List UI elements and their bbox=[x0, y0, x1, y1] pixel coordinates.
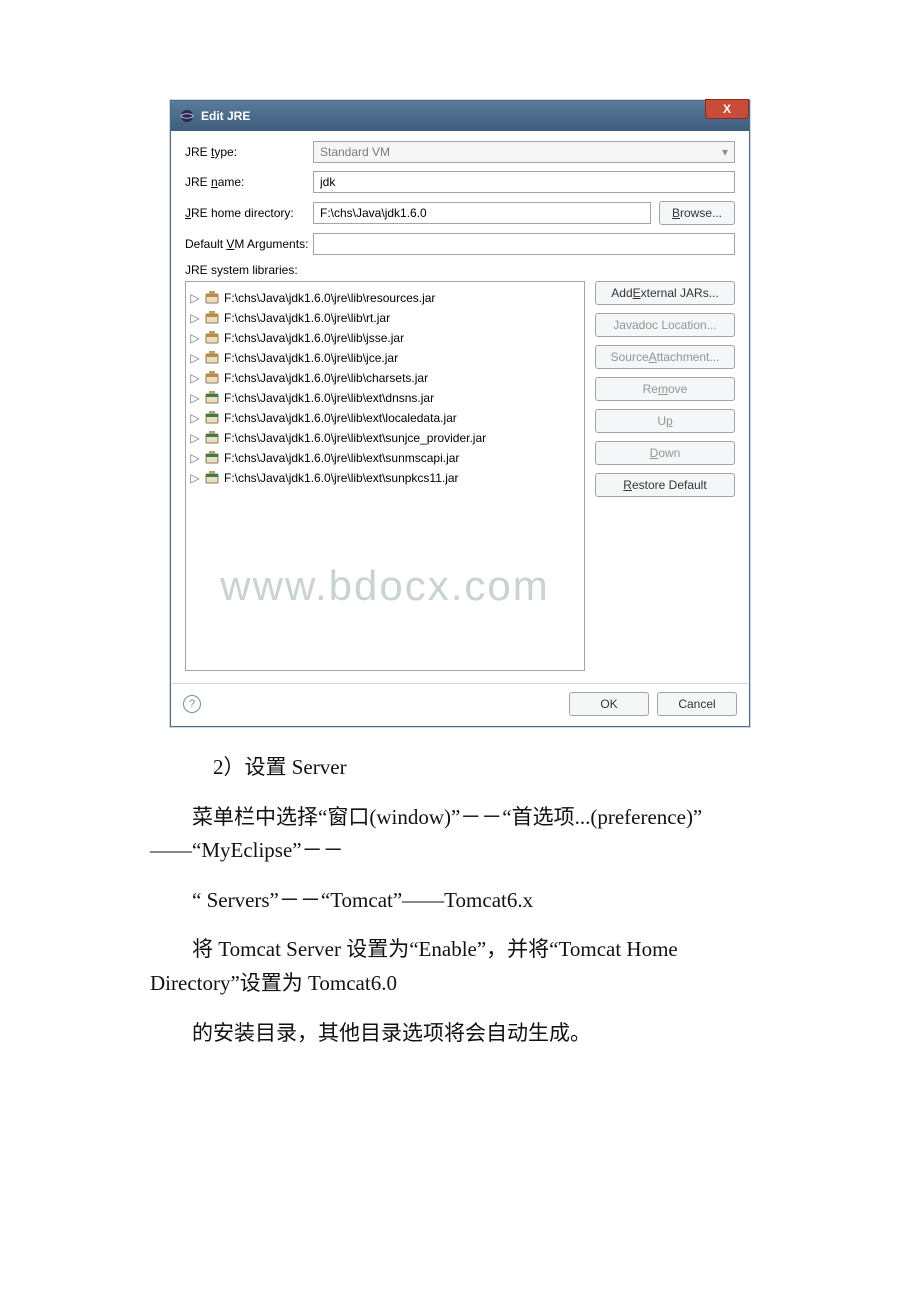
tree-item[interactable]: ▷ F:\chs\Java\jdk1.6.0\jre\lib\ext\sunpkc… bbox=[190, 468, 580, 488]
jar-icon bbox=[204, 410, 220, 426]
jre-type-value: Standard VM bbox=[320, 145, 390, 159]
titlebar[interactable]: Edit JRE X bbox=[171, 101, 749, 131]
jre-home-input[interactable] bbox=[313, 202, 651, 224]
cancel-button[interactable]: Cancel bbox=[657, 692, 737, 716]
tree-item-path: F:\chs\Java\jdk1.6.0\jre\lib\charsets.ja… bbox=[224, 371, 428, 385]
jre-name-input[interactable] bbox=[313, 171, 735, 193]
eclipse-icon bbox=[179, 108, 195, 124]
chevron-right-icon: ▷ bbox=[190, 451, 200, 465]
tree-item-path: F:\chs\Java\jdk1.6.0\jre\lib\ext\sunmsca… bbox=[224, 451, 459, 465]
watermark-text: www.bdocx.com bbox=[186, 562, 584, 610]
tree-item-path: F:\chs\Java\jdk1.6.0\jre\lib\ext\dnsns.j… bbox=[224, 391, 434, 405]
jar-icon bbox=[204, 350, 220, 366]
down-button: Down bbox=[595, 441, 735, 465]
vm-args-label: Default VM Arguments: bbox=[185, 237, 313, 251]
tree-item[interactable]: ▷ F:\chs\Java\jdk1.6.0\jre\lib\resources.… bbox=[190, 288, 580, 308]
jar-icon bbox=[204, 370, 220, 386]
dialog-footer: ? OK Cancel bbox=[171, 683, 749, 726]
tree-item-path: F:\chs\Java\jdk1.6.0\jre\lib\resources.j… bbox=[224, 291, 435, 305]
chevron-right-icon: ▷ bbox=[190, 411, 200, 425]
tree-item-path: F:\chs\Java\jdk1.6.0\jre\lib\ext\localed… bbox=[224, 411, 457, 425]
close-icon: X bbox=[723, 102, 731, 116]
restore-default-button[interactable]: Restore Default bbox=[595, 473, 735, 497]
tree-item[interactable]: ▷ F:\chs\Java\jdk1.6.0\jre\lib\ext\sunmsc… bbox=[190, 448, 580, 468]
help-icon[interactable]: ? bbox=[183, 695, 201, 713]
browse-button[interactable]: Browse... bbox=[659, 201, 735, 225]
chevron-right-icon: ▷ bbox=[190, 431, 200, 445]
dialog-content: JRE type: Standard VM ▾ JRE name: JRE ho… bbox=[171, 131, 749, 683]
chevron-right-icon: ▷ bbox=[190, 371, 200, 385]
jre-type-dropdown: Standard VM ▾ bbox=[313, 141, 735, 163]
doc-p2: 菜单栏中选择“窗口(window)”－－“首选项...(preference)”… bbox=[150, 801, 770, 868]
chevron-right-icon: ▷ bbox=[190, 471, 200, 485]
vm-args-input[interactable] bbox=[313, 233, 735, 255]
chevron-right-icon: ▷ bbox=[190, 311, 200, 325]
jre-name-label: JRE name: bbox=[185, 175, 313, 189]
edit-jre-dialog: Edit JRE X JRE type: Standard VM ▾ JRE n… bbox=[170, 100, 750, 727]
jre-type-label: JRE type: bbox=[185, 145, 313, 159]
tree-item-path: F:\chs\Java\jdk1.6.0\jre\lib\rt.jar bbox=[224, 311, 390, 325]
chevron-right-icon: ▷ bbox=[190, 351, 200, 365]
document-body: 2）设置 Server 菜单栏中选择“窗口(window)”－－“首选项...(… bbox=[150, 751, 770, 1050]
ok-button[interactable]: OK bbox=[569, 692, 649, 716]
tree-item-path: F:\chs\Java\jdk1.6.0\jre\lib\jsse.jar bbox=[224, 331, 404, 345]
chevron-right-icon: ▷ bbox=[190, 331, 200, 345]
tree-item[interactable]: ▷ F:\chs\Java\jdk1.6.0\jre\lib\charsets.j… bbox=[190, 368, 580, 388]
source-attachment-button: Source Attachment... bbox=[595, 345, 735, 369]
close-button[interactable]: X bbox=[705, 99, 749, 119]
doc-p1: 2）设置 Server bbox=[150, 751, 770, 785]
jar-icon bbox=[204, 430, 220, 446]
jar-icon bbox=[204, 330, 220, 346]
jar-icon bbox=[204, 390, 220, 406]
chevron-right-icon: ▷ bbox=[190, 391, 200, 405]
doc-p4: 将 Tomcat Server 设置为“Enable”，并将“Tomcat Ho… bbox=[150, 933, 770, 1000]
chevron-down-icon: ▾ bbox=[722, 145, 728, 159]
tree-item[interactable]: ▷ F:\chs\Java\jdk1.6.0\jre\lib\ext\dnsns.… bbox=[190, 388, 580, 408]
tree-item-path: F:\chs\Java\jdk1.6.0\jre\lib\ext\sunpkcs… bbox=[224, 471, 459, 485]
chevron-right-icon: ▷ bbox=[190, 291, 200, 305]
tree-item-path: F:\chs\Java\jdk1.6.0\jre\lib\jce.jar bbox=[224, 351, 398, 365]
doc-p3: “ Servers”－－“Tomcat”——Tomcat6.x bbox=[150, 884, 770, 918]
add-external-jars-button[interactable]: Add External JARs... bbox=[595, 281, 735, 305]
tree-item[interactable]: ▷ F:\chs\Java\jdk1.6.0\jre\lib\ext\locale… bbox=[190, 408, 580, 428]
tree-item[interactable]: ▷ F:\chs\Java\jdk1.6.0\jre\lib\jce.jar bbox=[190, 348, 580, 368]
jar-icon bbox=[204, 310, 220, 326]
jar-icon bbox=[204, 450, 220, 466]
tree-item[interactable]: ▷ F:\chs\Java\jdk1.6.0\jre\lib\jsse.jar bbox=[190, 328, 580, 348]
jar-icon bbox=[204, 290, 220, 306]
jar-icon bbox=[204, 470, 220, 486]
dialog-title: Edit JRE bbox=[201, 109, 250, 123]
javadoc-location-button: Javadoc Location... bbox=[595, 313, 735, 337]
side-buttons: Add External JARs... Javadoc Location...… bbox=[585, 281, 735, 671]
tree-item[interactable]: ▷ F:\chs\Java\jdk1.6.0\jre\lib\rt.jar bbox=[190, 308, 580, 328]
tree-item-path: F:\chs\Java\jdk1.6.0\jre\lib\ext\sunjce_… bbox=[224, 431, 486, 445]
jre-home-label: JRE home directory: bbox=[185, 206, 313, 220]
sys-libs-label: JRE system libraries: bbox=[185, 263, 298, 277]
up-button: Up bbox=[595, 409, 735, 433]
tree-item[interactable]: ▷ F:\chs\Java\jdk1.6.0\jre\lib\ext\sunjce… bbox=[190, 428, 580, 448]
remove-button: Remove bbox=[595, 377, 735, 401]
system-libraries-tree[interactable]: www.bdocx.com ▷ F:\chs\Java\jdk1.6.0\jre\… bbox=[185, 281, 585, 671]
doc-p5: 的安装目录，其他目录选项将会自动生成。 bbox=[150, 1017, 770, 1051]
